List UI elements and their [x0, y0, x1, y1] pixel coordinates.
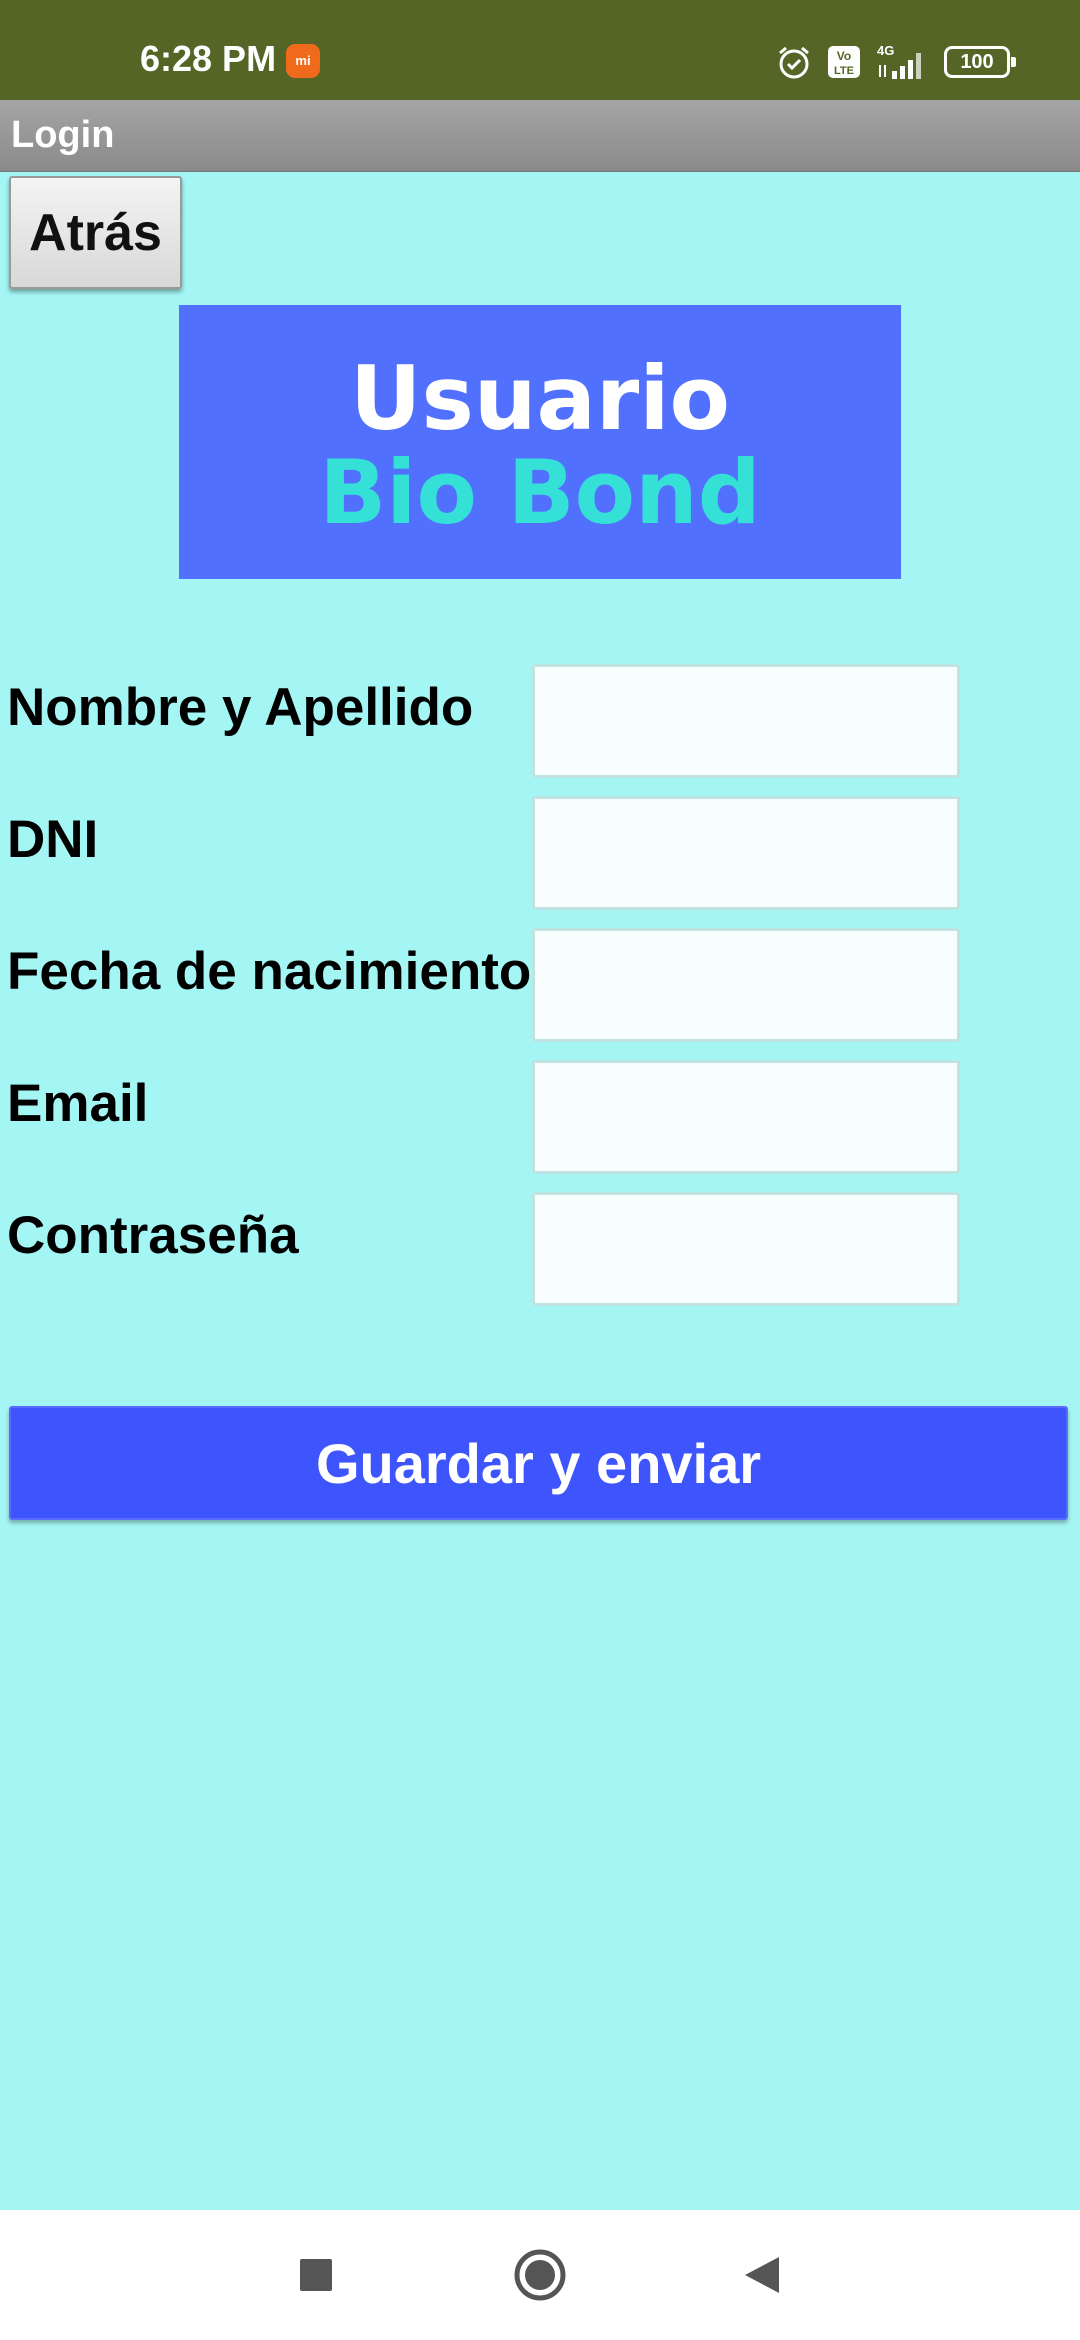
recents-icon — [300, 2259, 332, 2291]
status-icons: Vo LTE 4G 100 — [776, 40, 1016, 84]
recents-button[interactable] — [256, 2210, 376, 2340]
user-banner: Usuario Bio Bond — [179, 305, 901, 579]
volte-icon: Vo LTE — [828, 46, 860, 78]
home-icon — [514, 2249, 566, 2301]
back-icon — [745, 2257, 779, 2293]
home-button[interactable] — [480, 2210, 600, 2340]
svg-text:Vo: Vo — [837, 49, 851, 63]
app-title-bar: Login — [0, 100, 1080, 172]
screen-title: Login — [11, 114, 115, 156]
birth-date-field[interactable] — [532, 928, 960, 1042]
password-label: Contraseña — [7, 1206, 299, 1265]
svg-text:4G: 4G — [877, 43, 894, 58]
system-nav-bar — [0, 2210, 1080, 2340]
birth-date-label: Fecha de nacimiento — [7, 942, 532, 1001]
signal-4g-icon: 4G — [877, 43, 921, 79]
full-name-field[interactable] — [532, 664, 960, 778]
alarm-icon — [779, 46, 809, 79]
dni-label: DNI — [7, 810, 99, 869]
save-and-send-button[interactable]: Guardar y enviar — [9, 1406, 1068, 1520]
dni-field[interactable] — [532, 796, 960, 910]
svg-text:LTE: LTE — [834, 65, 854, 77]
email-field[interactable] — [532, 1060, 960, 1174]
banner-title: Usuario — [350, 347, 730, 450]
status-time: 6:28 PM — [140, 38, 277, 79]
email-label: Email — [7, 1074, 149, 1133]
password-field[interactable] — [532, 1192, 960, 1306]
mi-app-icon: mi — [286, 44, 320, 78]
battery-level: 100 — [960, 51, 994, 73]
full-name-label: Nombre y Apellido — [7, 678, 474, 737]
battery-icon: 100 — [944, 46, 1016, 78]
back-nav-button[interactable] — [702, 2210, 822, 2340]
status-bar: 6:28 PM mi Vo LTE 4G 100 — [0, 0, 1080, 100]
back-button[interactable]: Atrás — [9, 176, 182, 289]
banner-subtitle: Bio Bond — [319, 441, 761, 544]
